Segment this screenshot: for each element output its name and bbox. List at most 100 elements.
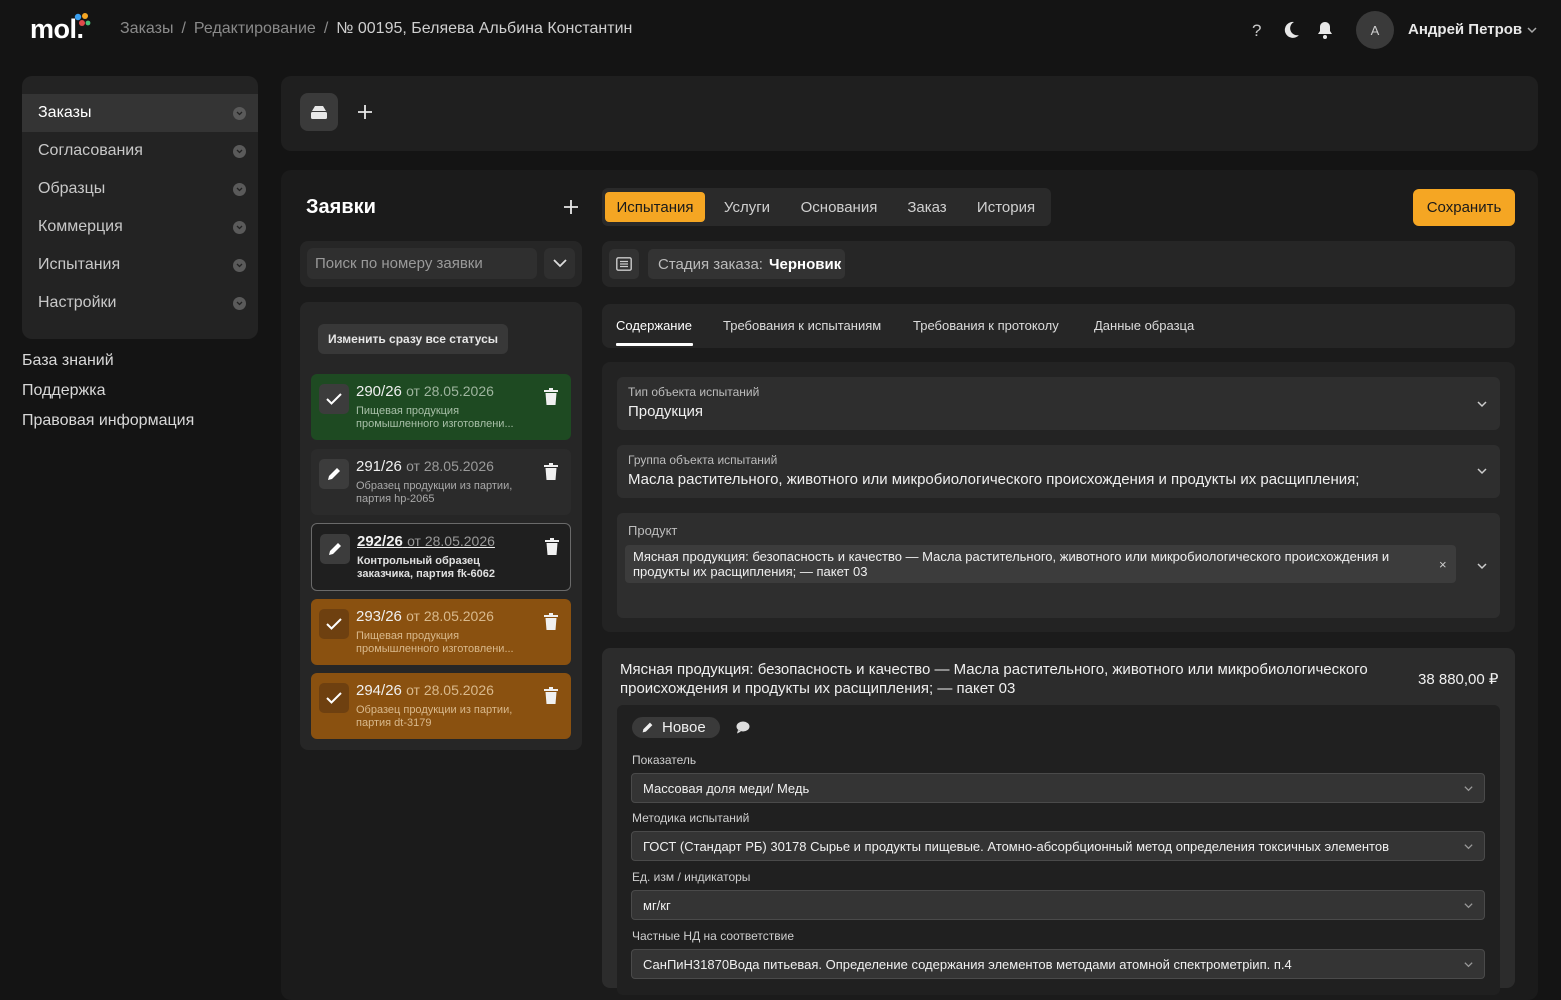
toolbar — [281, 76, 1538, 151]
product-label: Продукт — [628, 523, 678, 538]
sidebar-item-tests[interactable]: Испытания — [22, 246, 258, 284]
comment-icon[interactable] — [736, 721, 750, 734]
list-item[interactable]: 294/26 от 28.05.2026 Образец продукции и… — [311, 673, 571, 739]
tab-test-requirements[interactable]: Требования к испытаниям — [723, 318, 881, 333]
unit-select[interactable]: мг/кг — [631, 890, 1485, 920]
sidebar-link-knowledge-base[interactable]: База знаний — [22, 352, 114, 370]
sidebar-item-samples[interactable]: Образцы — [22, 170, 258, 208]
trash-icon[interactable] — [544, 538, 560, 556]
pencil-icon[interactable] — [320, 534, 350, 564]
breadcrumb-separator: / — [323, 20, 329, 37]
sidebar-item-commerce[interactable]: Коммерция — [22, 208, 258, 246]
tab-services[interactable]: Услуги — [712, 192, 782, 222]
nd-select[interactable]: СанПиН31870Вода питьевая. Определение со… — [631, 949, 1485, 979]
object-type-value: Продукция — [628, 403, 704, 420]
moon-icon[interactable] — [1281, 20, 1301, 40]
unit-value: мг/кг — [643, 897, 671, 913]
user-name[interactable]: Андрей Петров — [1408, 21, 1522, 38]
chevron-down-icon — [233, 258, 246, 272]
request-date: от 28.05.2026 — [406, 383, 494, 399]
status-label: Новое — [662, 719, 706, 736]
sidebar-item-settings[interactable]: Настройки — [22, 284, 258, 322]
sidebar-item-label: Заказы — [38, 104, 92, 121]
test-price: 38 880,00 ₽ — [1418, 671, 1499, 688]
save-button[interactable]: Сохранить — [1413, 189, 1515, 226]
bell-icon[interactable] — [1315, 20, 1335, 40]
trash-icon[interactable] — [543, 463, 559, 481]
method-select[interactable]: ГОСТ (Стандарт РБ) 30178 Сырье и продукт… — [631, 831, 1485, 861]
request-number: 291/26 — [356, 458, 402, 475]
change-all-statuses-button[interactable]: Изменить сразу все статусы — [318, 324, 508, 354]
tab-order[interactable]: Заказ — [897, 192, 957, 222]
search-filter-dropdown[interactable] — [544, 248, 575, 279]
sidebar-item-label: Образцы — [38, 180, 106, 197]
plus-icon — [562, 198, 580, 216]
indicator-select[interactable]: Массовая доля меди/ Медь — [631, 773, 1485, 803]
breadcrumb-separator: / — [181, 20, 186, 37]
tab-tests[interactable]: Испытания — [605, 192, 705, 222]
stack-button[interactable] — [300, 93, 338, 131]
sidebar-item-label: Настройки — [38, 294, 117, 311]
request-description: Контрольный образец заказчика, партия fk… — [357, 555, 496, 580]
request-date: от 28.05.2026 — [406, 458, 494, 474]
request-number: 293/26 — [356, 608, 402, 625]
pencil-icon[interactable] — [319, 459, 349, 489]
product-select[interactable]: Продукт Мясная продукция: безопасность и… — [617, 513, 1500, 618]
tab-history[interactable]: История — [966, 192, 1046, 222]
check-icon[interactable] — [319, 683, 349, 713]
help-icon[interactable]: ? — [1247, 20, 1267, 40]
chevron-down-icon — [233, 144, 246, 158]
chevron-down-icon — [233, 296, 246, 310]
check-icon[interactable] — [319, 609, 349, 639]
list-item[interactable]: 293/26 от 28.05.2026 Пищевая продукция п… — [311, 599, 571, 665]
sidebar-item-approvals[interactable]: Согласования — [22, 132, 258, 170]
method-value: ГОСТ (Стандарт РБ) 30178 Сырье и продукт… — [643, 838, 1389, 854]
request-number: 290/26 — [356, 383, 402, 400]
list-item[interactable]: 290/26 от 28.05.2026 Пищевая продукция п… — [311, 374, 571, 440]
avatar[interactable]: А — [1356, 11, 1394, 49]
chevron-down-icon — [1463, 783, 1474, 794]
trash-icon[interactable] — [543, 687, 559, 705]
close-icon[interactable]: × — [1439, 557, 1447, 572]
logo-molecule-icon — [72, 12, 92, 30]
tab-bases[interactable]: Основания — [790, 192, 888, 222]
status-badge[interactable]: Новое — [632, 717, 720, 738]
tab-sample-data[interactable]: Данные образца — [1094, 318, 1194, 333]
nd-value: СанПиН31870Вода питьевая. Определение со… — [643, 956, 1292, 972]
tab-content[interactable]: Содержание — [616, 318, 692, 333]
breadcrumb-orders[interactable]: Заказы — [120, 20, 173, 38]
trash-icon[interactable] — [543, 613, 559, 631]
sidebar-link-legal[interactable]: Правовая информация — [22, 412, 194, 430]
product-tag: Мясная продукция: безопасность и качеств… — [625, 545, 1456, 583]
add-request-button[interactable] — [562, 198, 580, 216]
sidebar-item-orders[interactable]: Заказы — [22, 94, 258, 132]
add-button[interactable] — [346, 93, 384, 131]
object-group-label: Группа объекта испытаний — [628, 453, 778, 467]
requests-title: Заявки — [306, 196, 376, 218]
trash-icon[interactable] — [543, 388, 559, 406]
chevron-down-icon — [1463, 959, 1474, 970]
sidebar-item-label: Испытания — [38, 256, 121, 273]
list-icon — [616, 257, 632, 271]
object-group-value: Масла растительного, животного или микро… — [628, 471, 1360, 488]
request-number: 294/26 — [356, 682, 402, 699]
list-item-selected[interactable]: 292/26 от 28.05.2026 Контрольный образец… — [311, 523, 571, 591]
chevron-down-icon — [1476, 465, 1488, 477]
chevron-down-icon[interactable] — [1526, 24, 1538, 36]
method-label: Методика испытаний — [632, 811, 750, 825]
request-description: Образец продукции из партии, партия hp-2… — [356, 480, 513, 505]
object-group-select[interactable]: Группа объекта испытаний Масла раститель… — [617, 445, 1500, 498]
list-item[interactable]: 291/26 от 28.05.2026 Образец продукции и… — [311, 449, 571, 515]
list-view-button[interactable] — [609, 249, 639, 279]
breadcrumb-edit[interactable]: Редактирование — [194, 20, 316, 38]
pencil-icon — [641, 721, 654, 734]
sidebar-link-support[interactable]: Поддержка — [22, 382, 105, 400]
chevron-down-icon — [1463, 900, 1474, 911]
order-stage: Стадия заказа: Черновик — [648, 249, 845, 279]
object-type-select[interactable]: Тип объекта испытаний Продукция — [617, 377, 1500, 430]
request-date: от 28.05.2026 — [406, 608, 494, 624]
tab-protocol-requirements[interactable]: Требования к протоколу — [913, 318, 1059, 333]
search-input[interactable] — [307, 248, 537, 279]
check-icon[interactable] — [319, 384, 349, 414]
nd-label: Частные НД на соответствие — [632, 929, 795, 943]
